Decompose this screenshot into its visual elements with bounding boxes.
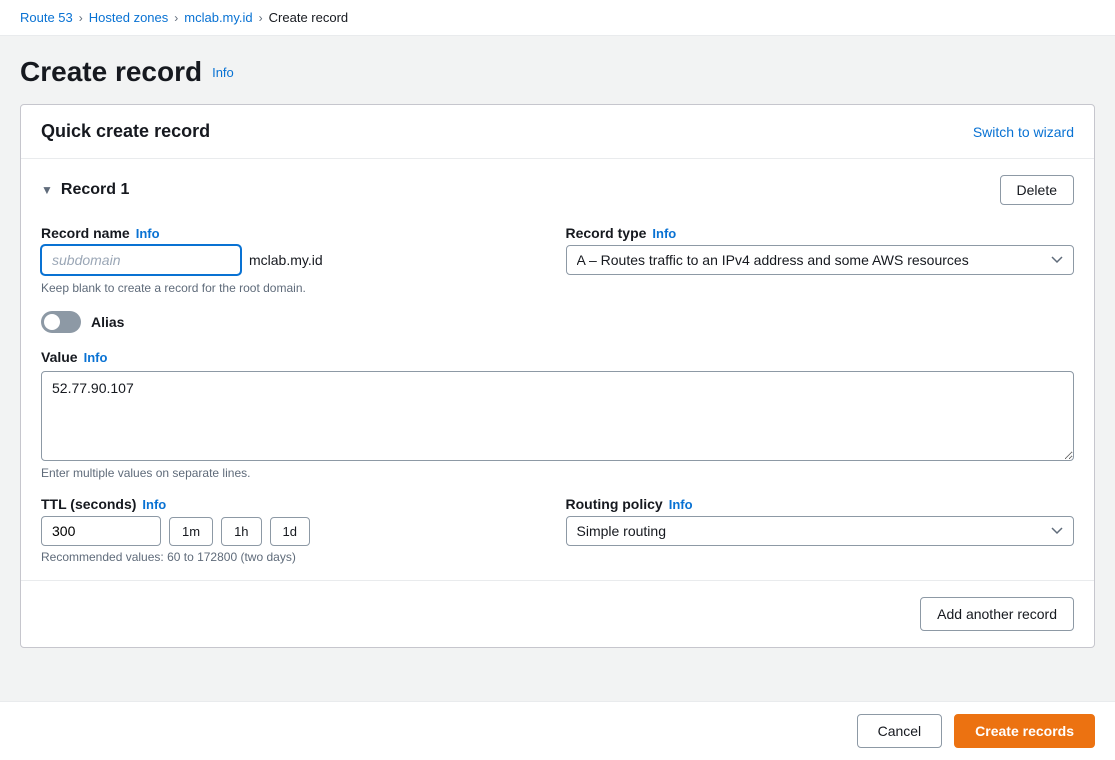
ttl-1d-button[interactable]: 1d xyxy=(270,517,310,546)
page-info-link[interactable]: Info xyxy=(212,65,234,80)
record-header: ▼ Record 1 Delete xyxy=(41,175,1074,205)
ttl-label: TTL (seconds) Info xyxy=(41,496,550,512)
form-grid-top: Record name Info mclab.my.id Keep blank … xyxy=(41,225,1074,295)
breadcrumb-route53[interactable]: Route 53 xyxy=(20,10,73,25)
alias-toggle[interactable] xyxy=(41,311,81,333)
record-name-hint: Keep blank to create a record for the ro… xyxy=(41,281,550,295)
record-name-field: Record name Info mclab.my.id Keep blank … xyxy=(41,225,550,295)
alias-label: Alias xyxy=(91,314,124,330)
record-name-input[interactable] xyxy=(41,245,241,275)
create-records-button[interactable]: Create records xyxy=(954,714,1095,748)
routing-label: Routing policy Info xyxy=(566,496,1075,512)
domain-suffix: mclab.my.id xyxy=(249,252,323,268)
bottom-fields: TTL (seconds) Info 1m 1h 1d Recommended … xyxy=(41,496,1074,564)
breadcrumb-domain[interactable]: mclab.my.id xyxy=(184,10,252,25)
routing-select-wrapper: Simple routing Failover Geolocation Geop… xyxy=(566,516,1075,546)
ttl-hint: Recommended values: 60 to 172800 (two da… xyxy=(41,550,550,564)
action-bar: Cancel Create records xyxy=(0,701,1115,760)
page-title: Create record xyxy=(20,56,202,88)
routing-policy-select[interactable]: Simple routing Failover Geolocation Geop… xyxy=(566,516,1075,546)
ttl-1m-button[interactable]: 1m xyxy=(169,517,213,546)
collapse-icon: ▼ xyxy=(41,183,53,197)
card-title: Quick create record xyxy=(41,121,210,142)
breadcrumb-sep-2: › xyxy=(174,11,178,25)
value-hint: Enter multiple values on separate lines. xyxy=(41,466,250,480)
alias-row: Alias xyxy=(41,311,1074,333)
page-header: Create record Info xyxy=(0,36,1115,104)
value-label: Value Info xyxy=(41,349,1074,365)
record-name-info[interactable]: Info xyxy=(136,226,160,241)
ttl-1h-button[interactable]: 1h xyxy=(221,517,261,546)
record-section: ▼ Record 1 Delete Record name Info xyxy=(21,159,1094,581)
ttl-section: TTL (seconds) Info 1m 1h 1d Recommended … xyxy=(41,496,550,564)
ttl-info[interactable]: Info xyxy=(142,497,166,512)
record-name-label: Record name Info xyxy=(41,225,550,241)
record-type-select[interactable]: A – Routes traffic to an IPv4 address an… xyxy=(566,245,1075,275)
breadcrumb-current: Create record xyxy=(269,10,348,25)
record-type-field: Record type Info A – Routes traffic to a… xyxy=(566,225,1075,295)
value-textarea[interactable]: 52.77.90.107 xyxy=(41,371,1074,461)
cancel-button[interactable]: Cancel xyxy=(857,714,943,748)
breadcrumb: Route 53 › Hosted zones › mclab.my.id › … xyxy=(0,0,1115,36)
card-header: Quick create record Switch to wizard xyxy=(21,105,1094,159)
breadcrumb-hosted-zones[interactable]: Hosted zones xyxy=(89,10,169,25)
quick-create-card: Quick create record Switch to wizard ▼ R… xyxy=(20,104,1095,648)
routing-section: Routing policy Info Simple routing Failo… xyxy=(566,496,1075,564)
record-type-wrapper: A – Routes traffic to an IPv4 address an… xyxy=(566,245,1075,275)
add-another-record-button[interactable]: Add another record xyxy=(920,597,1074,631)
breadcrumb-sep-3: › xyxy=(259,11,263,25)
record-name-row: mclab.my.id xyxy=(41,245,550,275)
delete-button[interactable]: Delete xyxy=(1000,175,1074,205)
routing-info[interactable]: Info xyxy=(669,497,693,512)
record-type-info[interactable]: Info xyxy=(652,226,676,241)
toggle-slider xyxy=(41,311,81,333)
switch-to-wizard-link[interactable]: Switch to wizard xyxy=(973,124,1074,140)
record-type-label: Record type Info xyxy=(566,225,1075,241)
value-info[interactable]: Info xyxy=(84,350,108,365)
ttl-input-row: 1m 1h 1d xyxy=(41,516,550,546)
breadcrumb-sep-1: › xyxy=(79,11,83,25)
value-section: Value Info 52.77.90.107 Enter multiple v… xyxy=(41,349,1074,480)
ttl-input[interactable] xyxy=(41,516,161,546)
record-title: Record 1 xyxy=(61,181,129,199)
card-footer: Add another record xyxy=(21,581,1094,647)
